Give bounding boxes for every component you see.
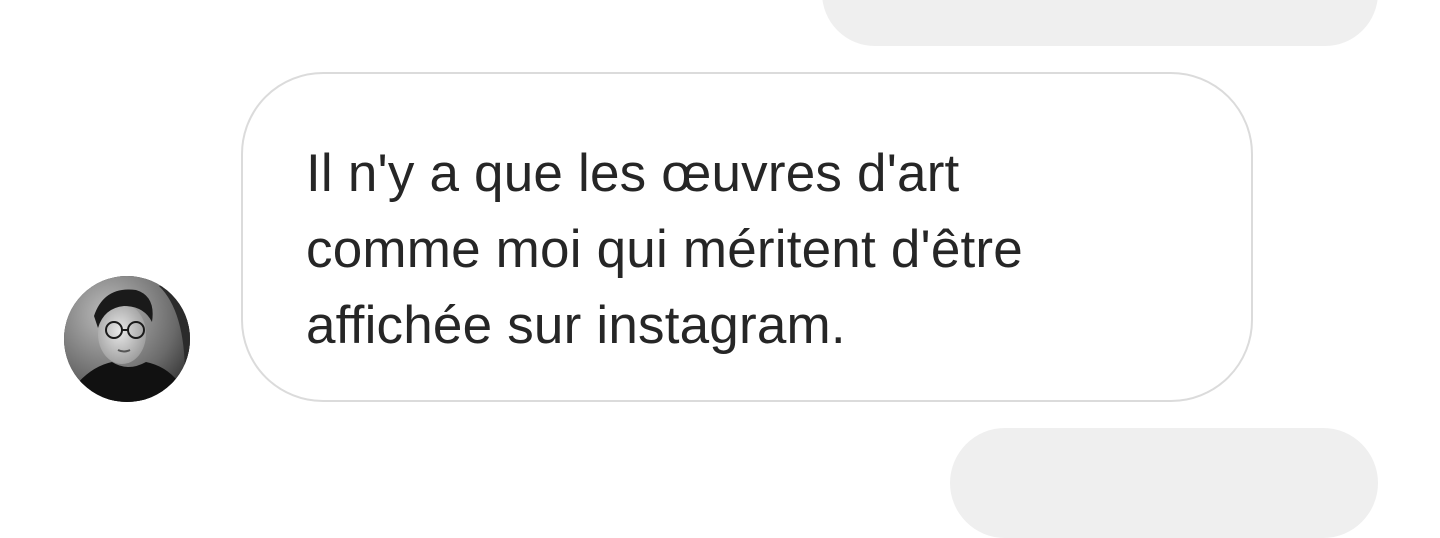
user-avatar-icon (64, 276, 190, 402)
sender-avatar[interactable] (64, 276, 190, 402)
sent-message-bubble[interactable] (950, 428, 1378, 538)
sent-message-bubble[interactable] (822, 0, 1378, 46)
received-message-bubble[interactable]: Il n'y a que les œuvres d'art comme moi … (241, 72, 1253, 402)
message-text: Il n'y a que les œuvres d'art comme moi … (306, 144, 1023, 355)
